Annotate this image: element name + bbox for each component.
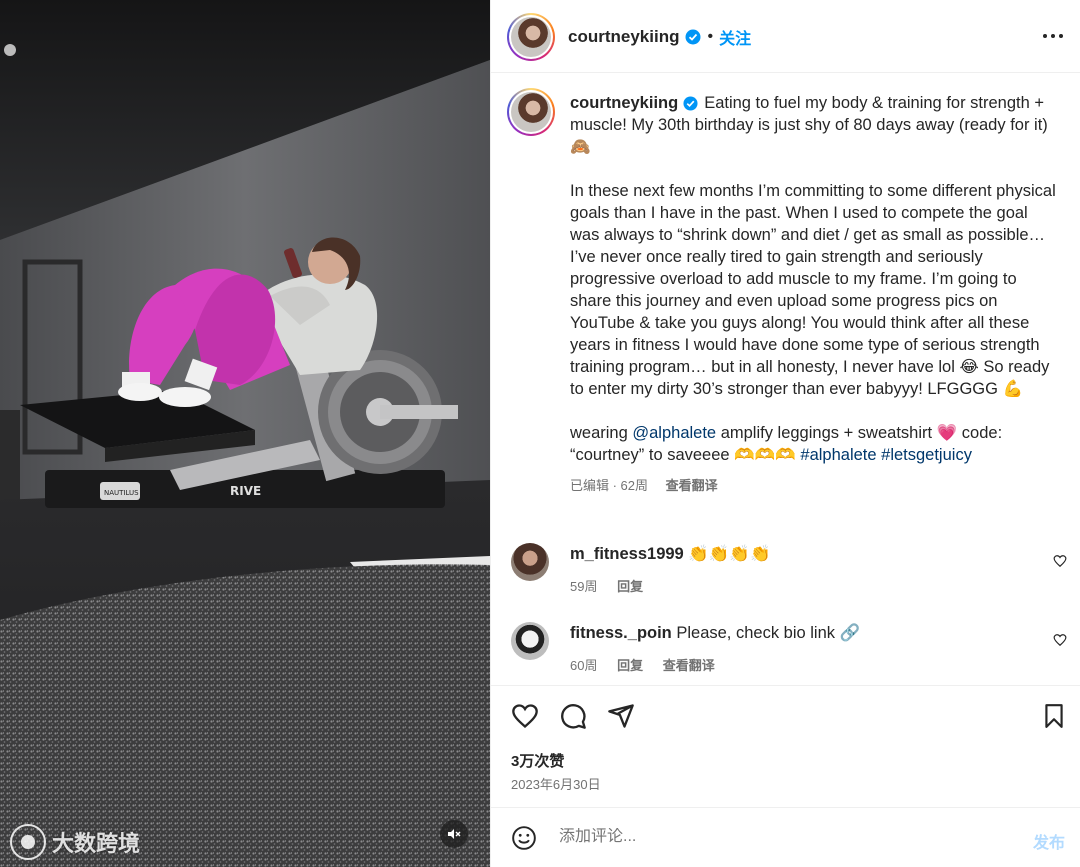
emoji-icon[interactable] [511, 825, 537, 851]
post-comment-button[interactable]: 发布 [1033, 829, 1065, 853]
caption-wearing-prefix: wearing [570, 424, 633, 442]
hashtag-link[interactable]: #letsgetjuicy [881, 446, 972, 464]
header-separator: • [707, 28, 714, 45]
see-translation-button[interactable]: 查看翻译 [666, 478, 718, 493]
comment-bar: 发布 [491, 807, 1080, 867]
comment-age: 60周 [570, 658, 598, 673]
see-translation-button[interactable]: 查看翻译 [663, 658, 715, 673]
commenter-username[interactable]: fitness._poin [570, 624, 672, 642]
hashtag-link[interactable]: #alphalete [800, 446, 876, 464]
mute-button[interactable] [440, 820, 468, 848]
post-header: courtneykiing • 关注 [491, 0, 1080, 73]
commenter-avatar[interactable] [511, 543, 549, 581]
watermark: 大数跨境 [10, 822, 140, 862]
send-icon[interactable] [607, 702, 635, 730]
mention-link[interactable]: @alphalete [632, 424, 716, 442]
video-frame: NAUTILUS RIVE [0, 0, 490, 867]
comment-input[interactable] [559, 828, 979, 846]
author-avatar[interactable] [507, 13, 555, 61]
verified-badge-icon [683, 96, 698, 111]
verified-badge-icon [685, 29, 701, 45]
like-comment-heart-icon[interactable] [1053, 554, 1067, 568]
author-username[interactable]: courtneykiing [568, 27, 679, 47]
caption-meta: 已编辑 · 62周 [570, 478, 649, 493]
machine-brand-label: NAUTILUS [104, 489, 139, 497]
heart-icon[interactable] [511, 702, 539, 730]
caption-paragraph-2: In these next few months I’m committing … [570, 182, 1061, 398]
comment-icon[interactable] [559, 702, 587, 730]
commenter-avatar[interactable] [511, 622, 549, 660]
machine-text: RIVE [230, 484, 261, 498]
follow-button[interactable]: 关注 [719, 25, 751, 49]
speaker-muted-icon [448, 829, 461, 839]
post-media[interactable]: NAUTILUS RIVE 大数跨境 [0, 0, 490, 867]
commenter-username[interactable]: m_fitness1999 [570, 545, 684, 563]
reply-button[interactable]: 回复 [617, 579, 643, 594]
post-panel: courtneykiing • 关注 courtneykiing Eating t… [490, 0, 1080, 867]
comment-text: 👏👏👏👏 [683, 545, 771, 563]
like-comment-heart-icon[interactable] [1053, 633, 1067, 647]
post-date: 2023年6月30日 [511, 777, 601, 792]
caption: courtneykiing Eating to fuel my body & tr… [570, 92, 1060, 497]
watermark-text: 大数跨境 [52, 832, 141, 857]
comment-text: Please, check bio link 🔗 [671, 624, 861, 642]
watermark-logo [10, 824, 46, 860]
caption-username[interactable]: courtneykiing [570, 94, 678, 112]
bookmark-icon[interactable] [1041, 702, 1067, 730]
action-bar [491, 685, 1080, 745]
more-horizontal-icon[interactable] [1041, 30, 1065, 42]
reply-button[interactable]: 回复 [617, 658, 643, 673]
comment-age: 59周 [570, 579, 598, 594]
caption-avatar[interactable] [507, 88, 555, 136]
likes-count[interactable]: 3万次赞 [511, 750, 564, 771]
